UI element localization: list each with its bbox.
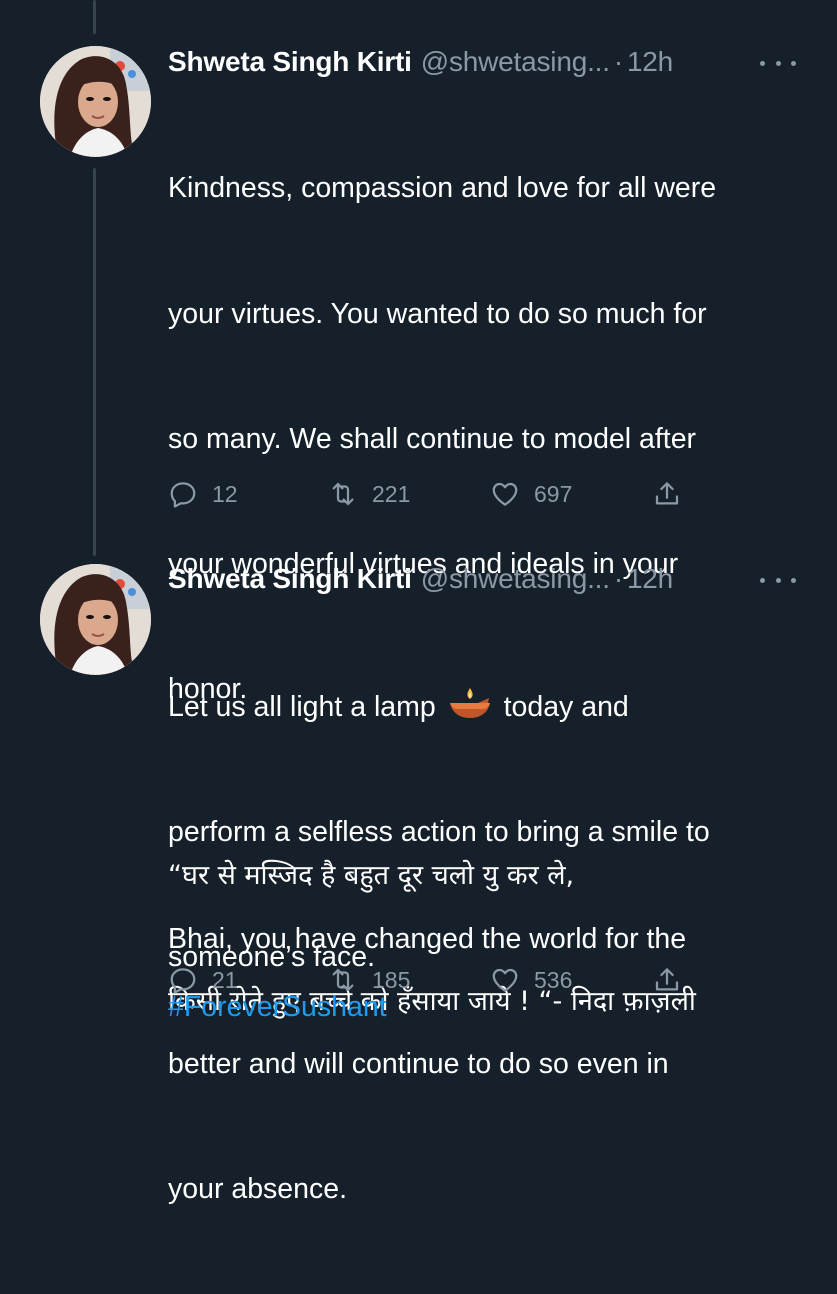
author-handle[interactable]: @shwetasing... — [421, 563, 610, 595]
retweet-icon — [332, 968, 354, 992]
hindi-quote-line: “घर से मस्जिद है बहुत दूर चलो यु कर ले, — [168, 860, 575, 892]
tweet-timestamp[interactable]: 12h — [627, 563, 673, 595]
reply-button[interactable]: 12 — [168, 474, 238, 514]
retweet-button[interactable]: 185 — [328, 960, 410, 1000]
diya-lamp-icon — [448, 686, 492, 733]
tweet-1[interactable]: Shweta Singh Kirti @shwetasing... · 12h … — [0, 0, 837, 1205]
tweet-text-line: your absence. — [168, 1173, 348, 1206]
reply-count: 12 — [212, 480, 238, 507]
more-icon[interactable] — [760, 51, 796, 75]
tweet-actions: 12 221 697 — [168, 474, 728, 514]
hashtag-row: #ForeverSushant — [168, 904, 808, 1113]
like-count: 697 — [534, 480, 573, 507]
author-handle[interactable]: @shwetasing... — [421, 46, 610, 78]
retweet-icon — [332, 482, 354, 506]
share-icon — [655, 482, 679, 505]
share-icon — [655, 968, 679, 991]
separator-dot: · — [613, 563, 623, 594]
tweet-2[interactable]: Shweta Singh Kirti @shwetasing... · 12h … — [0, 540, 837, 1024]
author-avatar[interactable] — [40, 46, 151, 157]
heart-icon — [492, 482, 518, 506]
retweet-button[interactable]: 221 — [328, 474, 410, 514]
share-button[interactable] — [652, 474, 696, 514]
tweet-header: Shweta Singh Kirti @shwetasing... · 12h — [168, 559, 673, 599]
separator-dot: · — [613, 46, 623, 77]
reply-icon — [170, 482, 196, 508]
author-avatar[interactable] — [40, 564, 151, 675]
tweet-text-line: Kindness, compassion and love for all we… — [168, 172, 717, 205]
reply-icon — [170, 968, 196, 994]
reply-button[interactable]: 21 — [168, 960, 238, 1000]
retweet-count: 221 — [372, 480, 411, 507]
like-button[interactable]: 536 — [490, 960, 572, 1000]
tweet-text-fragment: today and — [503, 691, 629, 724]
author-name[interactable]: Shweta Singh Kirti — [168, 563, 412, 595]
more-icon[interactable] — [760, 568, 796, 592]
heart-icon — [492, 968, 518, 992]
like-button[interactable]: 697 — [490, 474, 572, 514]
retweet-count: 185 — [372, 966, 411, 993]
tweet-text-line: so many. We shall continue to model afte… — [168, 422, 697, 455]
tweet-actions: 21 185 536 — [168, 960, 728, 1000]
tweet-text-line: your virtues. You wanted to do so much f… — [168, 297, 707, 330]
author-name[interactable]: Shweta Singh Kirti — [168, 46, 412, 78]
tweet-text-line: Let us all light a lamp today and — [168, 686, 808, 728]
share-button[interactable] — [652, 960, 696, 1000]
like-count: 536 — [534, 966, 573, 993]
tweet-header: Shweta Singh Kirti @shwetasing... · 12h — [168, 42, 673, 82]
reply-count: 21 — [212, 966, 238, 993]
tweet-text-fragment: Let us all light a lamp — [168, 691, 436, 724]
tweet-timestamp[interactable]: 12h — [627, 46, 673, 78]
